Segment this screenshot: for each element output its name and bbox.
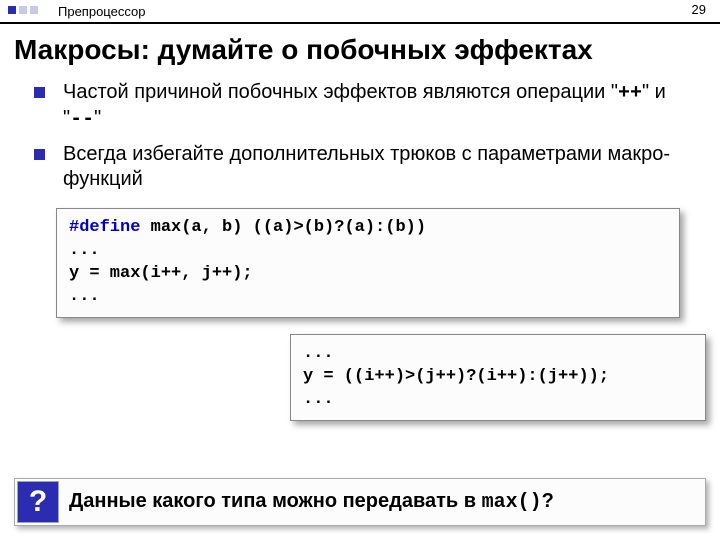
slide-title: Макросы: думайте о побочных эффектах	[14, 34, 706, 66]
breadcrumb: Препроцессор	[58, 4, 145, 19]
bullet-item: Частой причиной побочных эффектов являют…	[34, 80, 690, 132]
square-icon	[19, 6, 27, 14]
bullet-item: Всегда избегайте дополнительных трюков с…	[34, 142, 690, 192]
page-number: 29	[692, 2, 706, 17]
code-block-define: #define max(a, b) ((a)>(b)?(a):(b)) ... …	[56, 208, 680, 318]
square-icon	[8, 6, 16, 14]
slide-header: Препроцессор 29	[0, 0, 720, 24]
bullet-text: Частой причиной побочных эффектов являют…	[63, 80, 690, 132]
question-text: Данные какого типа можно передавать в ma…	[69, 490, 554, 514]
square-icon	[30, 6, 38, 14]
code-block-expanded: ... y = ((i++)>(j++)?(i++):(j++)); ...	[290, 334, 706, 421]
bullet-icon	[34, 149, 45, 160]
question-callout: ? Данные какого типа можно передавать в …	[14, 478, 706, 526]
header-decoration	[8, 6, 38, 14]
bullet-text: Всегда избегайте дополнительных трюков с…	[63, 142, 690, 192]
bullet-list: Частой причиной побочных эффектов являют…	[34, 80, 690, 192]
bullet-icon	[34, 87, 45, 98]
question-mark-icon: ?	[17, 481, 59, 523]
